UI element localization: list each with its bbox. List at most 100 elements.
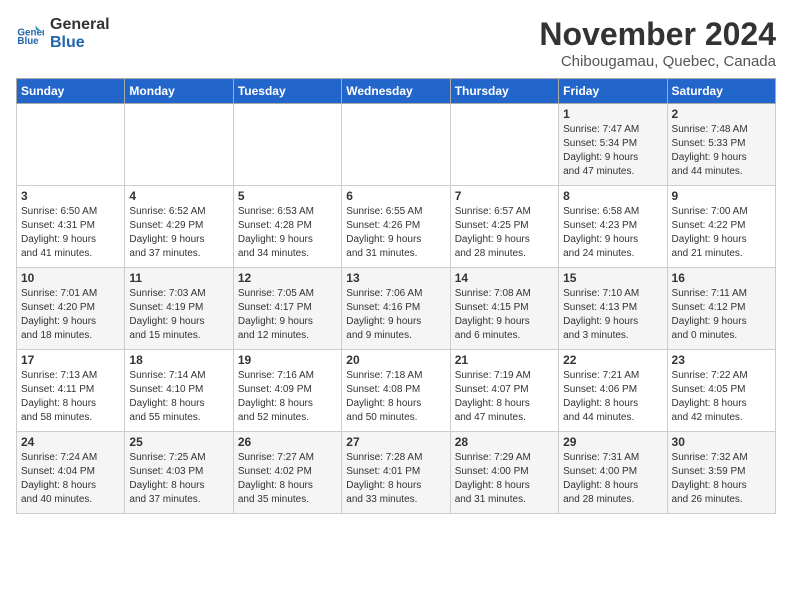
calendar-cell: 29Sunrise: 7:31 AM Sunset: 4:00 PM Dayli…: [559, 432, 667, 514]
calendar-cell: 8 Sunrise: 6:58 AM Sunset: 4:23 PM Daylig…: [559, 186, 667, 268]
day-number: 30: [672, 435, 771, 449]
day-number: 14: [455, 271, 554, 285]
day-info: Sunrise: 6:52 AM Sunset: 4:29 PM Dayligh…: [129, 205, 228, 261]
day-number: 28: [455, 435, 554, 449]
day-info: Sunrise: 7:16 AM Sunset: 4:09 PM Dayligh…: [238, 369, 337, 425]
calendar-cell: 22Sunrise: 7:21 AM Sunset: 4:06 PM Dayli…: [559, 350, 667, 432]
day-info: Sunrise: 7:27 AM Sunset: 4:02 PM Dayligh…: [238, 451, 337, 507]
calendar-cell: 4Sunrise: 6:52 AM Sunset: 4:29 PM Daylig…: [125, 186, 233, 268]
day-info: Sunrise: 7:22 AM Sunset: 4:05 PM Dayligh…: [672, 369, 771, 425]
day-info: Sunrise: 7:06 AM Sunset: 4:16 PM Dayligh…: [346, 287, 445, 343]
logo-line2: Blue: [50, 34, 110, 52]
day-number: 3: [21, 189, 120, 203]
header-saturday: Saturday: [667, 79, 775, 104]
calendar-cell: [233, 104, 341, 186]
calendar-cell: 24 Sunrise: 7:24 AM Sunset: 4:04 PM Dayli…: [17, 432, 125, 514]
page-header: General Blue General Blue November 2024 …: [16, 16, 776, 70]
day-number: 23: [672, 353, 771, 367]
header-friday: Friday: [559, 79, 667, 104]
calendar-cell: 21 Sunrise: 7:19 AM Sunset: 4:07 PM Dayli…: [450, 350, 558, 432]
day-number: 6: [346, 189, 445, 203]
day-info: Sunrise: 6:50 AM Sunset: 4:31 PM Dayligh…: [21, 205, 120, 261]
calendar-table: SundayMondayTuesdayWednesdayThursdayFrid…: [16, 78, 776, 514]
day-info: Sunrise: 7:14 AM Sunset: 4:10 PM Dayligh…: [129, 369, 228, 425]
calendar-cell: 7 Sunrise: 6:57 AM Sunset: 4:25 PM Daylig…: [450, 186, 558, 268]
day-number: 8: [563, 189, 662, 203]
calendar-body: 1Sunrise: 7:47 AM Sunset: 5:34 PM Daylig…: [17, 104, 776, 514]
day-info: Sunrise: 6:53 AM Sunset: 4:28 PM Dayligh…: [238, 205, 337, 261]
calendar-cell: 10 Sunrise: 7:01 AM Sunset: 4:20 PM Dayli…: [17, 268, 125, 350]
day-info: Sunrise: 7:29 AM Sunset: 4:00 PM Dayligh…: [455, 451, 554, 507]
day-info: Sunrise: 6:57 AM Sunset: 4:25 PM Dayligh…: [455, 205, 554, 261]
week-row-4: 24 Sunrise: 7:24 AM Sunset: 4:04 PM Dayli…: [17, 432, 776, 514]
day-number: 15: [563, 271, 662, 285]
day-number: 2: [672, 107, 771, 121]
day-info: Sunrise: 6:55 AM Sunset: 4:26 PM Dayligh…: [346, 205, 445, 261]
day-info: Sunrise: 7:47 AM Sunset: 5:34 PM Dayligh…: [563, 123, 662, 179]
day-info: Sunrise: 7:18 AM Sunset: 4:08 PM Dayligh…: [346, 369, 445, 425]
calendar-cell: [17, 104, 125, 186]
day-info: Sunrise: 7:05 AM Sunset: 4:17 PM Dayligh…: [238, 287, 337, 343]
day-number: 9: [672, 189, 771, 203]
calendar-cell: 6 Sunrise: 6:55 AM Sunset: 4:26 PM Daylig…: [342, 186, 450, 268]
calendar-cell: 25 Sunrise: 7:25 AM Sunset: 4:03 PM Dayli…: [125, 432, 233, 514]
day-number: 25: [129, 435, 228, 449]
day-number: 19: [238, 353, 337, 367]
calendar-cell: 26 Sunrise: 7:27 AM Sunset: 4:02 PM Dayli…: [233, 432, 341, 514]
header-wednesday: Wednesday: [342, 79, 450, 104]
calendar-cell: 19 Sunrise: 7:16 AM Sunset: 4:09 PM Dayli…: [233, 350, 341, 432]
calendar-cell: 9 Sunrise: 7:00 AM Sunset: 4:22 PM Daylig…: [667, 186, 775, 268]
calendar-cell: 5Sunrise: 6:53 AM Sunset: 4:28 PM Daylig…: [233, 186, 341, 268]
logo-line1: General: [50, 16, 110, 34]
calendar-cell: 1Sunrise: 7:47 AM Sunset: 5:34 PM Daylig…: [559, 104, 667, 186]
day-number: 12: [238, 271, 337, 285]
calendar-cell: [125, 104, 233, 186]
logo-icon: General Blue: [16, 20, 44, 48]
calendar-cell: 3 Sunrise: 6:50 AM Sunset: 4:31 PM Daylig…: [17, 186, 125, 268]
calendar-cell: 11 Sunrise: 7:03 AM Sunset: 4:19 PM Dayli…: [125, 268, 233, 350]
calendar-cell: 13 Sunrise: 7:06 AM Sunset: 4:16 PM Dayli…: [342, 268, 450, 350]
day-info: Sunrise: 7:08 AM Sunset: 4:15 PM Dayligh…: [455, 287, 554, 343]
calendar-cell: 30Sunrise: 7:32 AM Sunset: 3:59 PM Dayli…: [667, 432, 775, 514]
day-info: Sunrise: 7:10 AM Sunset: 4:13 PM Dayligh…: [563, 287, 662, 343]
month-title: November 2024: [539, 16, 776, 53]
calendar-cell: [342, 104, 450, 186]
logo: General Blue General Blue: [16, 16, 110, 51]
day-number: 22: [563, 353, 662, 367]
day-number: 21: [455, 353, 554, 367]
calendar-header-row: SundayMondayTuesdayWednesdayThursdayFrid…: [17, 79, 776, 104]
day-number: 13: [346, 271, 445, 285]
day-number: 7: [455, 189, 554, 203]
calendar-cell: 16Sunrise: 7:11 AM Sunset: 4:12 PM Dayli…: [667, 268, 775, 350]
calendar-cell: 23 Sunrise: 7:22 AM Sunset: 4:05 PM Dayli…: [667, 350, 775, 432]
day-info: Sunrise: 7:03 AM Sunset: 4:19 PM Dayligh…: [129, 287, 228, 343]
header-tuesday: Tuesday: [233, 79, 341, 104]
day-number: 18: [129, 353, 228, 367]
day-info: Sunrise: 7:13 AM Sunset: 4:11 PM Dayligh…: [21, 369, 120, 425]
title-block: November 2024 Chibougamau, Quebec, Canad…: [539, 16, 776, 70]
day-number: 26: [238, 435, 337, 449]
day-number: 16: [672, 271, 771, 285]
day-info: Sunrise: 7:31 AM Sunset: 4:00 PM Dayligh…: [563, 451, 662, 507]
week-row-2: 10 Sunrise: 7:01 AM Sunset: 4:20 PM Dayli…: [17, 268, 776, 350]
day-info: Sunrise: 7:24 AM Sunset: 4:04 PM Dayligh…: [21, 451, 120, 507]
day-number: 11: [129, 271, 228, 285]
day-info: Sunrise: 7:01 AM Sunset: 4:20 PM Dayligh…: [21, 287, 120, 343]
day-info: Sunrise: 6:58 AM Sunset: 4:23 PM Dayligh…: [563, 205, 662, 261]
calendar-cell: [450, 104, 558, 186]
day-info: Sunrise: 7:19 AM Sunset: 4:07 PM Dayligh…: [455, 369, 554, 425]
calendar-cell: 20Sunrise: 7:18 AM Sunset: 4:08 PM Dayli…: [342, 350, 450, 432]
day-number: 24: [21, 435, 120, 449]
calendar-cell: 14 Sunrise: 7:08 AM Sunset: 4:15 PM Dayli…: [450, 268, 558, 350]
day-info: Sunrise: 7:00 AM Sunset: 4:22 PM Dayligh…: [672, 205, 771, 261]
day-number: 10: [21, 271, 120, 285]
week-row-3: 17 Sunrise: 7:13 AM Sunset: 4:11 PM Dayli…: [17, 350, 776, 432]
calendar-cell: 2Sunrise: 7:48 AM Sunset: 5:33 PM Daylig…: [667, 104, 775, 186]
calendar-cell: 15 Sunrise: 7:10 AM Sunset: 4:13 PM Dayli…: [559, 268, 667, 350]
calendar-cell: 28 Sunrise: 7:29 AM Sunset: 4:00 PM Dayli…: [450, 432, 558, 514]
calendar-cell: 27Sunrise: 7:28 AM Sunset: 4:01 PM Dayli…: [342, 432, 450, 514]
day-info: Sunrise: 7:28 AM Sunset: 4:01 PM Dayligh…: [346, 451, 445, 507]
week-row-0: 1Sunrise: 7:47 AM Sunset: 5:34 PM Daylig…: [17, 104, 776, 186]
day-info: Sunrise: 7:25 AM Sunset: 4:03 PM Dayligh…: [129, 451, 228, 507]
day-number: 17: [21, 353, 120, 367]
